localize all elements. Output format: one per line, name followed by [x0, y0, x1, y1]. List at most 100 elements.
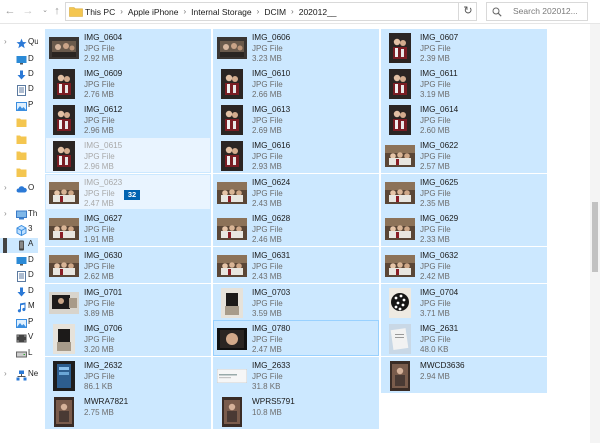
file-name: IMG_0701 [84, 288, 123, 297]
file-tile[interactable]: IMG_0780 JPG File 2.47 MB [213, 320, 379, 356]
image-thumbnail [49, 141, 79, 171]
expand-chevron-icon[interactable]: › [4, 183, 7, 192]
file-size: 2.96 MB [84, 162, 114, 171]
image-thumbnail [217, 178, 247, 208]
file-tile[interactable]: IMG_0703 JPG File 3.59 MB [213, 284, 379, 320]
breadcrumb-item[interactable]: This PC [85, 7, 115, 17]
file-tile[interactable]: IMG_0612 JPG File 2.96 MB [45, 101, 211, 137]
file-tile[interactable]: IMG_0607 JPG File 2.39 MB [381, 29, 547, 65]
nav-item-desktop[interactable]: D [0, 53, 38, 68]
file-size: 86.1 KB [84, 382, 113, 391]
file-name: MWRA7821 [84, 397, 129, 406]
image-thumbnail [49, 69, 79, 99]
file-tile[interactable]: IMG_0604 JPG File 2.92 MB [45, 29, 211, 65]
vertical-scrollbar[interactable] [590, 24, 600, 443]
image-thumbnail [217, 288, 247, 318]
breadcrumb-item[interactable]: DCIM [264, 7, 286, 17]
nav-item-apple-iphone[interactable]: A [0, 238, 38, 253]
breadcrumb[interactable]: This PC › Apple iPhone › Internal Storage › DC… [65, 2, 521, 21]
nav-item-label: P [28, 317, 34, 326]
back-arrow-icon[interactable]: ← [3, 4, 17, 18]
file-tile[interactable]: IMG_0632 JPG File 2.42 MB [381, 247, 547, 283]
file-type: JPG File [84, 44, 115, 53]
up-arrow-icon[interactable]: ↑ [50, 4, 64, 18]
file-tile[interactable]: IMG_0630 JPG File 2.62 MB [45, 247, 211, 283]
nav-item-folder-4[interactable] [0, 165, 38, 180]
file-tile[interactable]: IMG_2631 JPG File 48.0 KB [381, 320, 547, 356]
nav-item-network[interactable]: › Ne [0, 368, 38, 383]
nav-item-label: V [28, 332, 34, 341]
navigation-pane: › Qu D D D P › O › Th 3 A D D D M P V L › Ne [0, 24, 38, 443]
file-tile[interactable]: MWCD3636 2.94 MB [381, 357, 547, 393]
file-tile[interactable]: IMG_0610 JPG File 2.66 MB [213, 65, 379, 101]
nav-item-local-disk[interactable]: L [0, 347, 38, 362]
scrollbar-thumb[interactable] [592, 202, 598, 272]
nav-item-downloads[interactable]: D [0, 68, 38, 83]
breadcrumb-item[interactable]: 202012__ [299, 7, 337, 17]
file-tile[interactable]: IMG_0627 JPG File 1.91 MB [45, 210, 211, 246]
file-tile[interactable]: IMG_0614 JPG File 2.60 MB [381, 101, 547, 137]
nav-item-pictures[interactable]: P [0, 99, 38, 114]
file-name: IMG_0622 [420, 141, 459, 150]
refresh-icon[interactable]: ↻ [458, 2, 477, 21]
search-box[interactable]: Search 202012... [486, 2, 588, 21]
nav-item-quick-access[interactable]: › Qu [0, 36, 38, 51]
image-thumbnail [49, 397, 79, 427]
nav-item-documents[interactable]: D [0, 83, 38, 98]
file-tile[interactable]: IMG_0704 JPG File 3.71 MB [381, 284, 547, 320]
file-tile[interactable]: IMG_0631 JPG File 2.43 MB [213, 247, 379, 283]
file-type: JPG File [420, 152, 451, 161]
nav-item-folder-2[interactable] [0, 132, 38, 147]
file-tile[interactable]: IMG_0615 JPG File 2.96 MB [45, 137, 211, 173]
image-thumbnail [385, 33, 415, 63]
file-tile[interactable]: IMG_0616 JPG File 2.93 MB [213, 137, 379, 173]
file-tile[interactable]: IMG_0611 JPG File 3.19 MB [381, 65, 547, 101]
breadcrumb-separator-icon[interactable]: › [291, 7, 294, 16]
nav-item-videos[interactable]: V [0, 331, 38, 346]
file-tile[interactable]: WPRS5791 10.8 MB [213, 393, 379, 429]
forward-arrow-icon[interactable]: → [21, 4, 35, 18]
file-tile[interactable]: IMG_0613 JPG File 2.69 MB [213, 101, 379, 137]
file-name: IMG_2632 [84, 361, 123, 370]
nav-item-folder-1[interactable] [0, 115, 38, 130]
nav-item-this-pc[interactable]: › Th [0, 208, 38, 223]
file-tile[interactable]: IMG_0629 JPG File 2.33 MB [381, 210, 547, 246]
nav-item-folder-3[interactable] [0, 148, 38, 163]
file-tile[interactable]: IMG_0628 JPG File 2.46 MB [213, 210, 379, 246]
nav-item-documents-2[interactable]: D [0, 269, 38, 284]
nav-item-downloads-2[interactable]: D [0, 285, 38, 300]
file-type: JPG File [420, 262, 451, 271]
nav-item-pictures-2[interactable]: P [0, 316, 38, 331]
file-name: IMG_0623 [84, 178, 123, 187]
file-tile[interactable]: IMG_0625 JPG File 2.35 MB [381, 174, 547, 210]
file-size: 2.46 MB [252, 235, 282, 244]
file-tile[interactable]: MWRA7821 2.75 MB [45, 393, 211, 429]
file-tile[interactable]: IMG_0622 JPG File 2.57 MB [381, 137, 547, 173]
download-icon [16, 70, 27, 81]
nav-item-desktop-2[interactable]: D [0, 254, 38, 269]
file-name: WPRS5791 [252, 397, 295, 406]
file-tile[interactable]: IMG_2632 JPG File 86.1 KB [45, 357, 211, 393]
file-size: 2.96 MB [84, 126, 114, 135]
expand-chevron-icon[interactable]: › [4, 209, 7, 218]
nav-item-3d-objects[interactable]: 3 [0, 223, 38, 238]
search-input[interactable]: Search 202012... [513, 3, 578, 20]
image-thumbnail [49, 105, 79, 135]
file-tile[interactable]: IMG_0706 JPG File 3.20 MB [45, 320, 211, 356]
file-tile[interactable]: IMG_0609 JPG File 2.76 MB [45, 65, 211, 101]
file-tile[interactable]: IMG_0701 JPG File 3.89 MB [45, 284, 211, 320]
breadcrumb-separator-icon[interactable]: › [120, 7, 123, 16]
file-tile[interactable]: IMG_2633 JPG File 31.8 KB [213, 357, 379, 393]
breadcrumb-separator-icon[interactable]: › [183, 7, 186, 16]
expand-chevron-icon[interactable]: › [4, 37, 7, 46]
file-tile[interactable]: IMG_0606 JPG File 3.23 MB [213, 29, 379, 65]
breadcrumb-item[interactable]: Apple iPhone [128, 7, 179, 17]
nav-item-onedrive[interactable]: › O [0, 182, 38, 197]
nav-item-music[interactable]: M [0, 300, 38, 315]
file-size: 10.8 MB [252, 408, 282, 417]
expand-chevron-icon[interactable]: › [4, 369, 7, 378]
breadcrumb-separator-icon[interactable]: › [257, 7, 260, 16]
image-thumbnail [385, 141, 415, 171]
breadcrumb-item[interactable]: Internal Storage [191, 7, 251, 17]
file-tile[interactable]: IMG_0624 JPG File 2.43 MB [213, 174, 379, 210]
